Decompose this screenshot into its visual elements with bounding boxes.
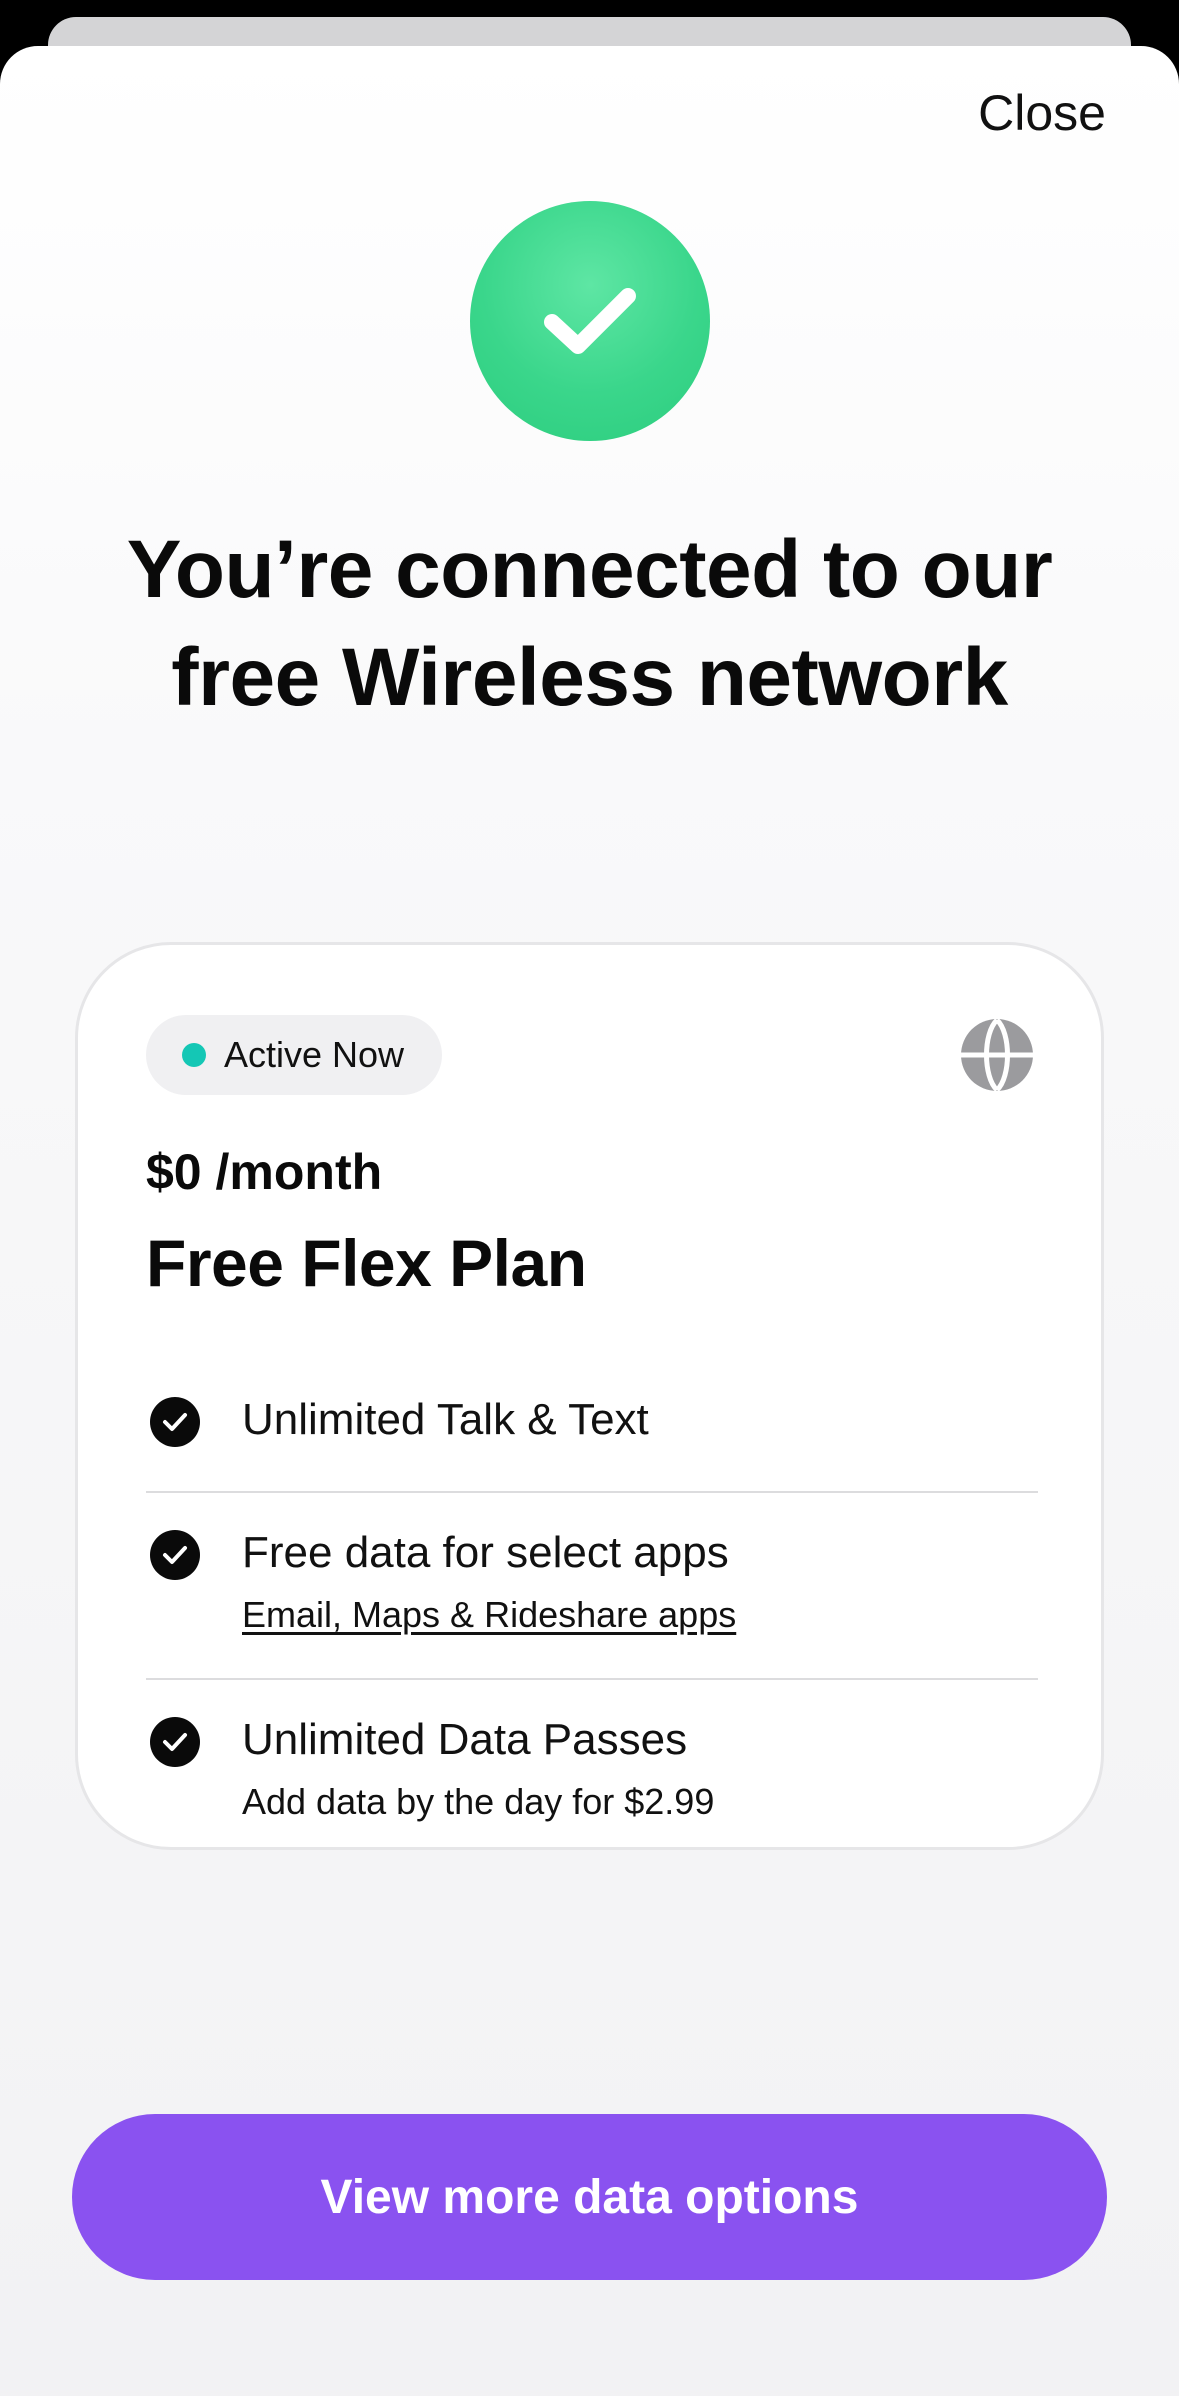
feature-title: Free data for select apps — [242, 1528, 729, 1577]
check-circle-icon — [150, 1530, 200, 1580]
feature-title: Unlimited Data Passes — [242, 1715, 688, 1764]
plan-price: $0 /month — [146, 1144, 383, 1200]
feature-title: Unlimited Talk & Text — [242, 1395, 649, 1444]
view-more-data-options-button[interactable]: View more data options — [72, 2114, 1107, 2280]
plan-name: Free Flex Plan — [146, 1226, 587, 1300]
checkmark-icon — [544, 288, 636, 354]
feature-subtitle: Add data by the day for $2.99 — [242, 1781, 715, 1822]
eligible-apps-link[interactable]: Email, Maps & Rideshare apps — [242, 1594, 736, 1636]
page-title: You’re connected to our free Wireless net… — [126, 524, 1053, 723]
check-circle-icon — [150, 1397, 200, 1447]
modal-sheet: Close You’re connected to our free Wirele… — [0, 46, 1179, 2396]
success-check-circle — [470, 201, 710, 441]
feature-item-data-passes: Unlimited Data Passes Add data by the da… — [146, 1715, 1038, 1827]
feature-item-talk-text: Unlimited Talk & Text — [146, 1395, 1038, 1467]
plan-card: Active Now $0 /month Free Flex Plan Unli… — [75, 942, 1104, 1850]
divider — [146, 1491, 1038, 1493]
close-button[interactable]: Close — [978, 84, 1106, 142]
status-badge-label: Active Now — [224, 1034, 405, 1075]
check-circle-icon — [150, 1717, 200, 1767]
status-dot — [182, 1043, 206, 1067]
globe-icon — [961, 1018, 1033, 1092]
status-badge: Active Now — [146, 1015, 443, 1095]
feature-item-free-data: Free data for select apps Email, Maps & … — [146, 1528, 1038, 1640]
divider — [146, 1678, 1038, 1680]
